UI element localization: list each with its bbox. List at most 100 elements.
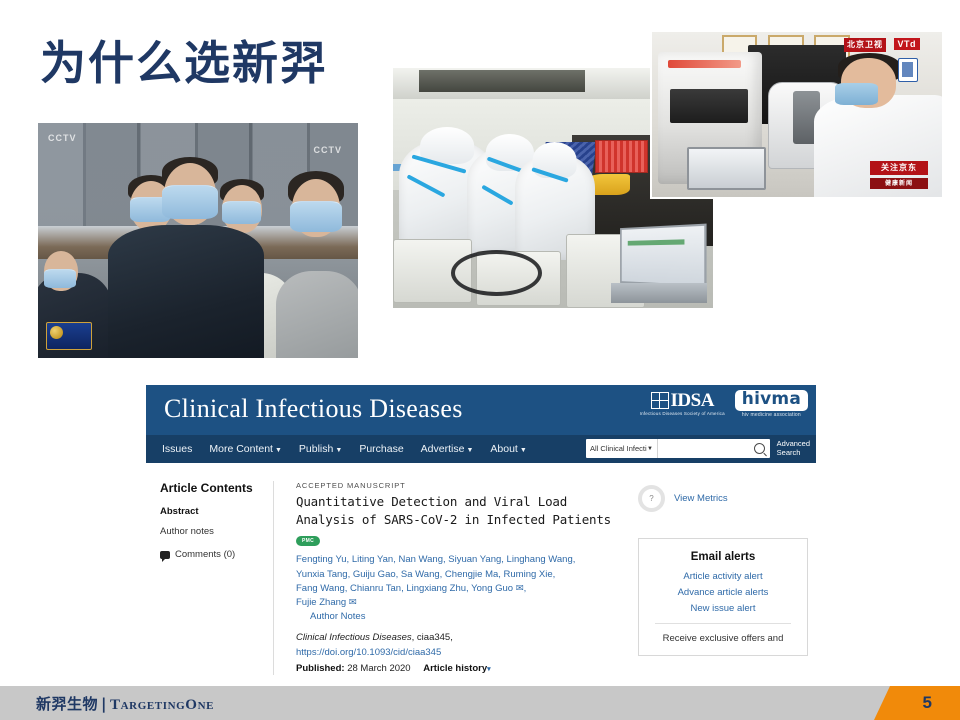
search-bar[interactable]: All Clinical Infecti ▼ [586, 439, 770, 458]
nav-item-more-content-label: More Content [209, 443, 273, 455]
nav-item-more-content[interactable]: More Content ▼ [209, 443, 282, 455]
nav-item-publish-label: Publish [298, 443, 334, 455]
ceiling-hood [418, 70, 585, 92]
hivma-logo-box: hivma [734, 389, 808, 411]
nav-item-issues[interactable]: Issues [162, 443, 192, 455]
email-alerts-title: Email alerts [690, 551, 756, 563]
chevron-down-icon: ▼ [335, 447, 343, 454]
toc-item-abstract[interactable]: Abstract [160, 506, 273, 517]
comments-label: Comments (0) [175, 549, 236, 560]
idsa-logo: IDSA Infectious Diseases Society of Amer… [640, 391, 725, 416]
nav-item-publish[interactable]: Publish ▼ [299, 443, 342, 455]
photo-technician-instrument-btv: 北京卫视 VTd 关注京东 健康新闻 [650, 30, 944, 199]
company-logo-en: TargetingOne [110, 697, 215, 713]
page-title: 为什么选新羿 [40, 36, 328, 90]
person-central-figure [108, 225, 264, 358]
nav-item-purchase[interactable]: Purchase [359, 443, 403, 455]
equipment-cables [450, 249, 542, 296]
nav-item-advertise-label: Advertise [420, 443, 465, 455]
cctv-watermark-right: CCTV [313, 145, 342, 155]
comment-bubble-icon [160, 550, 170, 562]
alert-new-issue[interactable]: New issue alert [649, 603, 797, 614]
mask-right-woman [290, 201, 342, 232]
author-notes-link[interactable]: Author Notes [310, 611, 628, 622]
company-logo-separator: | [101, 695, 107, 713]
nav-item-about-label: About [490, 443, 518, 455]
journal-header: Clinical Infectious Diseases IDSA Infect… [146, 385, 816, 435]
search-scope-select[interactable]: All Clinical Infecti ▼ [586, 439, 658, 458]
idsa-tagline: Infectious Diseases Society of America [639, 411, 725, 417]
journal-website-screenshot: Clinical Infectious Diseases IDSA Infect… [146, 385, 816, 675]
comments-link[interactable]: Comments (0) [160, 549, 273, 562]
btv-channel-watermark: 北京卫视 [844, 38, 886, 52]
alerts-footer-text: Receive exclusive offers and [662, 633, 784, 644]
alert-article-activity[interactable]: Article activity alert [649, 571, 797, 582]
authors-line4: Fujie Zhang ✉ [296, 597, 357, 608]
hivma-tagline: hiv medicine association [741, 411, 801, 418]
company-logo-cn: 新羿生物 [36, 695, 99, 713]
article-published: Published: 28 March 2020 Article history… [296, 662, 628, 675]
instrument-indicator-strip [668, 59, 742, 68]
article-history-toggle[interactable]: Article history▾ [423, 663, 490, 674]
advanced-search-link[interactable]: Advanced Search [777, 439, 810, 458]
authors-line1: Fengting Yu, Liting Yan, Nan Wang, Siyua… [296, 554, 576, 566]
idsa-wordmark: IDSA [670, 390, 715, 412]
nav-item-advertise[interactable]: Advertise ▼ [421, 443, 474, 455]
alerts-divider [655, 623, 791, 624]
authors-line2: Yunxia Tang, Guiju Gao, Sa Wang, Chengji… [296, 568, 556, 580]
mask-white-coat-right [222, 201, 261, 224]
article-title: Quantitative Detection and Viral Load An… [296, 493, 628, 529]
slide-footer: 新羿生物 | TargetingOne 5 [0, 682, 960, 720]
search-icon[interactable] [754, 443, 765, 454]
search-scope-value: All Clinical Infecti [590, 444, 647, 453]
toc-item-author-notes[interactable]: Author notes [160, 526, 273, 537]
citation-journal-name: Clinical Infectious Diseases [296, 632, 412, 644]
news-program-logo [46, 322, 92, 350]
chevron-down-icon: ▼ [647, 445, 653, 452]
company-logo: 新羿生物 | TargetingOne [36, 693, 214, 714]
metrics-donut-icon: ? [638, 485, 665, 512]
advanced-search-line2: Search [776, 448, 801, 458]
article-kicker: ACCEPTED MANUSCRIPT [296, 481, 406, 490]
chevron-down-icon: ▼ [466, 447, 474, 454]
nav-item-about[interactable]: About ▼ [490, 443, 526, 455]
hivma-wordmark: hivma [741, 389, 801, 409]
article-title-line1: Quantitative Detection and Viral Load [296, 494, 568, 509]
published-label: Published: [296, 662, 345, 674]
red-sample-rack [594, 140, 648, 174]
chevron-down-icon: ▼ [519, 447, 527, 454]
view-metrics-row[interactable]: ? View Metrics [638, 485, 808, 512]
authors-line3: Fang Wang, Chianru Tan, Lingxiang Zhu, Y… [296, 582, 527, 594]
search-input[interactable] [658, 439, 770, 458]
btv-vtd-watermark: VTd [893, 38, 920, 50]
journal-society-logos: IDSA Infectious Diseases Society of Amer… [640, 390, 808, 418]
btv-lower-third-sub: 健康新闻 [870, 177, 928, 189]
cctv-watermark-left: CCTV [48, 133, 77, 143]
btv-lower-third-watermark: 关注京东 [870, 161, 928, 175]
page-number: 5 [922, 693, 932, 712]
article-title-line2: Analysis of SARS-CoV-2 in Infected Patie… [296, 512, 612, 528]
photo-officials-laboratory-visit: CCTV CCTV [38, 123, 358, 358]
idsa-logo-row: IDSA [650, 390, 715, 412]
journal-nav-bar: Issues More Content ▼ Publish ▼ Purchase A… [146, 435, 816, 463]
view-metrics-link[interactable]: View Metrics [674, 493, 728, 504]
btv-secondary-watermark [898, 58, 918, 82]
article-contents-sidebar: Article Contents Abstract Author notes C… [146, 481, 274, 675]
advanced-search-line1: Advanced [776, 439, 810, 448]
technician-face-mask [834, 83, 879, 105]
article-main-column: ACCEPTED MANUSCRIPT Quantitative Detecti… [274, 481, 638, 675]
alert-advance-article[interactable]: Advance article alerts [649, 587, 797, 598]
article-citation: Clinical Infectious Diseases, ciaa345, h… [296, 631, 628, 675]
laptop-screen [620, 223, 708, 289]
article-authors[interactable]: Fengting Yu, Liting Yan, Nan Wang, Siyua… [296, 553, 628, 610]
laptop [610, 223, 708, 304]
mask-background-left [44, 269, 76, 288]
mask-central-figure [162, 185, 218, 219]
nav-item-issues-label: Issues [162, 443, 193, 455]
laptop-keyboard [610, 283, 707, 304]
journal-body: Article Contents Abstract Author notes C… [146, 463, 816, 675]
article-doi-link[interactable]: https://doi.org/10.1093/cid/ciaa345 [296, 646, 628, 661]
chevron-down-icon: ▾ [487, 665, 491, 673]
chevron-down-icon: ▼ [274, 447, 282, 454]
hivma-logo: hivma hiv medicine association [734, 389, 808, 418]
